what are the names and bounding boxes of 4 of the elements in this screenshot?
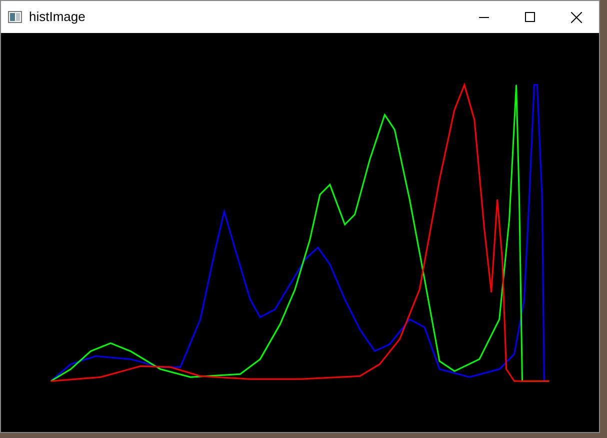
maximize-icon bbox=[525, 12, 535, 22]
app-icon bbox=[8, 11, 22, 23]
window-title: histImage bbox=[29, 8, 86, 26]
close-icon bbox=[570, 12, 582, 22]
